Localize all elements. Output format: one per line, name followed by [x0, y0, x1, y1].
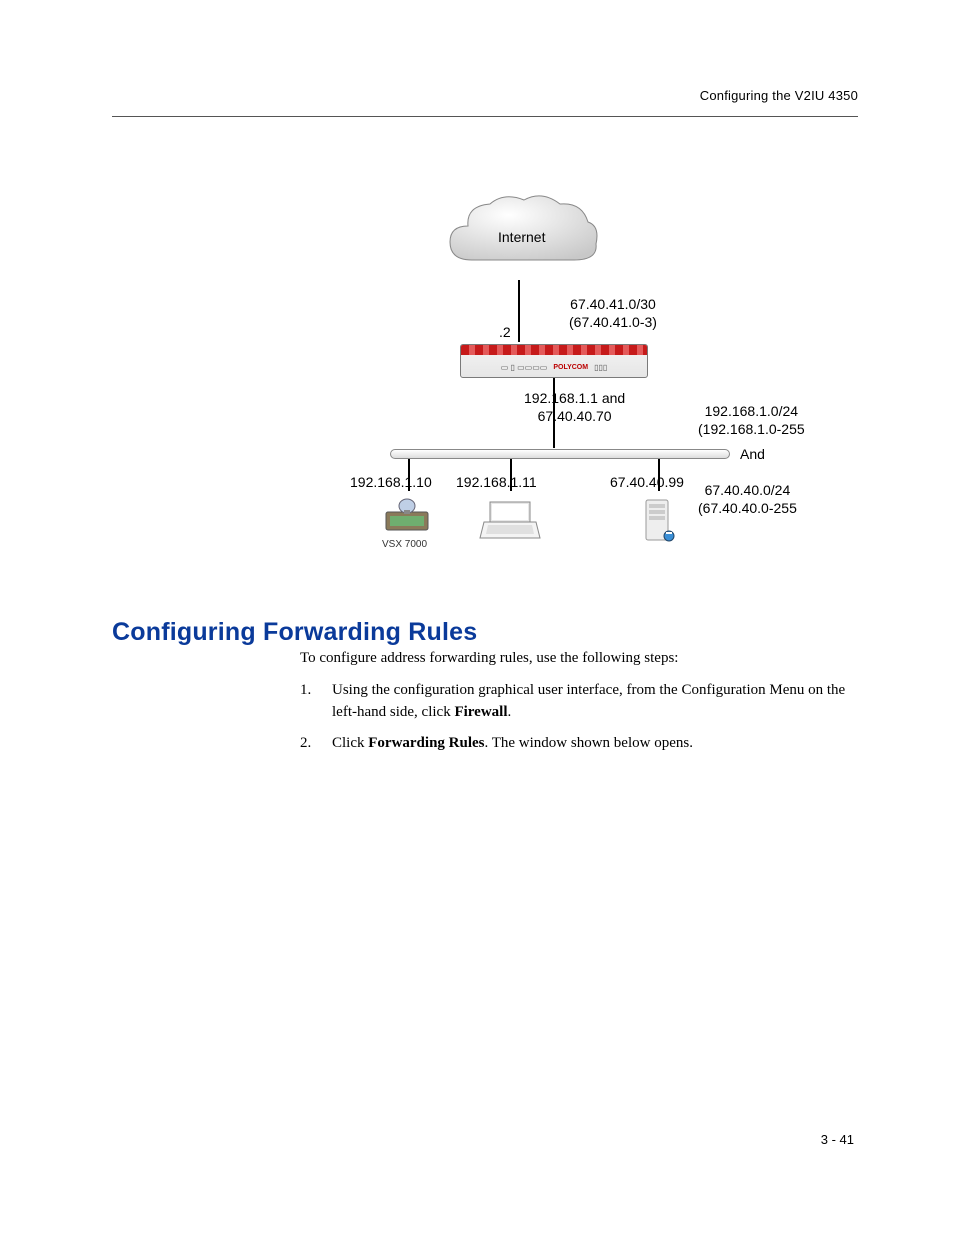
header-rule [112, 116, 858, 117]
laptop-device-icon [478, 498, 542, 542]
vsx-device-label: VSX 7000 [382, 539, 427, 550]
wan-host-label: .2 [499, 324, 511, 340]
step-2: 2. Click Forwarding Rules. The window sh… [300, 733, 858, 755]
router-lan-ip-label: 192.168.1.1 and 67.40.40.70 [524, 390, 625, 425]
network-diagram: Internet 67.40.41.0/30 (67.40.41.0-3) .2… [338, 184, 850, 564]
router-ip-line1: 192.168.1.1 and [524, 390, 625, 406]
router-device-icon: ▭ ▯ ▭▭▭▭ POLYCOM ▯▯▯ [460, 344, 648, 378]
lan-subnet-1-label: 192.168.1.0/24 (192.168.1.0-255 [698, 403, 805, 438]
wan-subnet-cidr: 67.40.41.0/30 [570, 296, 656, 312]
step-1-text-a: Using the configuration graphical user i… [332, 682, 845, 720]
step-1-bold: Firewall [454, 704, 507, 720]
server-device-icon [638, 498, 678, 544]
step-2-text: Click Forwarding Rules. The window shown… [332, 733, 858, 755]
lan-subnet-1-cidr: 192.168.1.0/24 [705, 403, 798, 419]
wan-subnet-label: 67.40.41.0/30 (67.40.41.0-3) [569, 296, 657, 331]
page-number: 3 - 41 [821, 1132, 854, 1147]
lan-subnet-2-cidr: 67.40.40.0/24 [705, 482, 791, 498]
lan-bus-icon [390, 449, 730, 459]
lan-subnet-1-range: (192.168.1.0-255 [698, 421, 805, 437]
host2-ip-label: 192.168.1.11 [456, 474, 537, 490]
step-1-number: 1. [300, 680, 332, 724]
router-brand-label: POLYCOM [553, 364, 588, 371]
internet-label: Internet [498, 229, 545, 245]
step-2-text-a: Click [332, 735, 368, 751]
lan-subnet-2-label: 67.40.40.0/24 (67.40.40.0-255 [698, 482, 797, 517]
wan-subnet-range: (67.40.41.0-3) [569, 314, 657, 330]
body-content: To configure address forwarding rules, u… [300, 648, 858, 765]
router-ip-line2: 67.40.40.70 [538, 408, 612, 424]
step-2-bold: Forwarding Rules [368, 735, 484, 751]
host1-ip-label: 192.168.1.10 [350, 474, 432, 490]
intro-paragraph: To configure address forwarding rules, u… [300, 648, 858, 670]
step-2-text-c: . The window shown below opens. [485, 735, 693, 751]
step-1-text-c: . [508, 704, 512, 720]
uplink-line [518, 280, 520, 342]
vsx-device-icon [380, 498, 434, 538]
lan-subnet-2-range: (67.40.40.0-255 [698, 500, 797, 516]
steps-list: 1. Using the configuration graphical use… [300, 680, 858, 755]
running-header: Configuring the V2IU 4350 [700, 88, 858, 103]
step-1: 1. Using the configuration graphical use… [300, 680, 858, 724]
host3-ip-label: 67.40.40.99 [610, 474, 684, 490]
and-label: And [740, 446, 765, 462]
step-1-text: Using the configuration graphical user i… [332, 680, 858, 724]
step-2-number: 2. [300, 733, 332, 755]
section-heading: Configuring Forwarding Rules [112, 618, 477, 647]
